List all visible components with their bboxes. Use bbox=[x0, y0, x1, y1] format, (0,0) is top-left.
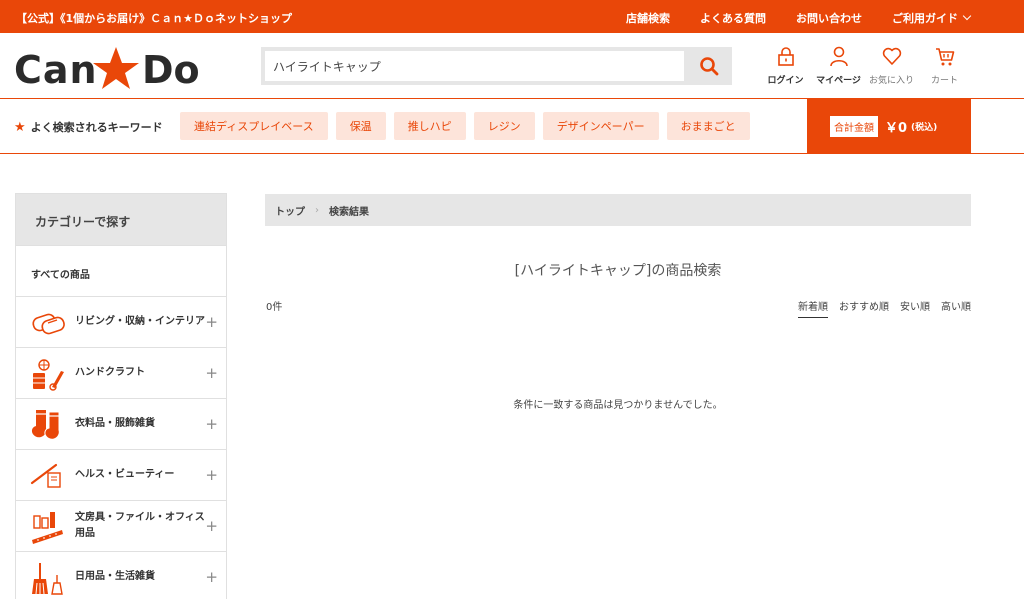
category-label: ハンドクラフト bbox=[75, 367, 145, 378]
cart-total[interactable]: 合計金額 ￥0 (税込) bbox=[807, 99, 971, 154]
category-label: リビング・収納・インテリア bbox=[75, 316, 205, 327]
store-search-link[interactable]: 店舗検索 bbox=[626, 10, 670, 26]
category-clothing[interactable]: 衣料品・服飾雑貨 + bbox=[16, 398, 226, 449]
interior-icon bbox=[32, 313, 65, 335]
expand-icon[interactable]: + bbox=[205, 466, 218, 484]
expand-icon[interactable]: + bbox=[205, 568, 218, 586]
breadcrumb-separator: › bbox=[315, 204, 319, 216]
search-icon bbox=[700, 57, 719, 76]
result-count: 0件 bbox=[266, 302, 283, 313]
expand-icon[interactable]: + bbox=[205, 415, 218, 433]
all-products-link[interactable]: すべての商品 bbox=[16, 245, 226, 296]
category-interior[interactable]: リビング・収納・インテリア + bbox=[16, 296, 226, 347]
header: Can Do ログイン マイページ bbox=[0, 33, 1024, 99]
handcraft-icon bbox=[33, 359, 64, 391]
sort-newest[interactable]: 新着順 bbox=[798, 298, 828, 318]
site-tagline[interactable]: 【公式】《1個からお届け》Ｃａｎ★Ｄｏネットショップ bbox=[16, 10, 292, 26]
category-label: 文房具・ファイル・オフィス用品 bbox=[75, 512, 205, 539]
category-daily-goods[interactable]: 日用品・生活雑貨 + bbox=[16, 551, 226, 599]
cart-button[interactable]: カート bbox=[918, 45, 971, 86]
socks-icon bbox=[31, 410, 60, 440]
cart-icon bbox=[935, 48, 954, 66]
search-button[interactable] bbox=[686, 47, 732, 85]
stationery-icon bbox=[32, 512, 63, 544]
sort-expensive[interactable]: 高い順 bbox=[941, 298, 971, 318]
sort-recommended[interactable]: おすすめ順 bbox=[839, 298, 889, 318]
category-handcraft[interactable]: ハンドクラフト + bbox=[16, 347, 226, 398]
logo-star bbox=[93, 47, 139, 89]
logo-do-text: Do bbox=[142, 48, 200, 91]
sort-cheapest[interactable]: 安い順 bbox=[900, 298, 930, 318]
tax-note: (税込) bbox=[911, 123, 938, 133]
header-icons: ログイン マイページ お気に入り カート bbox=[759, 45, 971, 86]
category-label: 衣料品・服飾雑貨 bbox=[75, 418, 155, 429]
expand-icon[interactable]: + bbox=[205, 517, 218, 535]
keyword-chip[interactable]: おままごと bbox=[666, 112, 750, 140]
category-label: 日用品・生活雑貨 bbox=[75, 571, 155, 582]
category-stationery[interactable]: 文房具・ファイル・オフィス用品 + bbox=[16, 500, 226, 551]
breadcrumb-top[interactable]: トップ bbox=[275, 203, 305, 218]
keyword-bar: ★ よく検索されるキーワード 連結ディスプレイベース 保温 推しハピ レジン デ… bbox=[0, 99, 1024, 154]
favorites-label: お気に入り bbox=[868, 76, 914, 86]
beauty-icon bbox=[30, 463, 61, 488]
contact-link[interactable]: お問い合わせ bbox=[796, 10, 862, 26]
heart-icon bbox=[882, 47, 901, 65]
star-icon: ★ bbox=[14, 119, 26, 135]
sort-options: 新着順 おすすめ順 安い順 高い順 bbox=[798, 298, 971, 318]
breadcrumb: トップ › 検索結果 bbox=[265, 194, 971, 226]
guide-label: ご利用ガイド bbox=[892, 12, 958, 25]
guide-link[interactable]: ご利用ガイド bbox=[892, 10, 972, 26]
chevron-down-icon bbox=[962, 11, 972, 21]
login-button[interactable]: ログイン bbox=[759, 45, 812, 86]
person-icon bbox=[829, 46, 848, 67]
expand-icon[interactable]: + bbox=[205, 313, 218, 331]
keyword-title: ★ よく検索されるキーワード bbox=[14, 119, 163, 135]
sidebar-title: カテゴリーで探す bbox=[16, 194, 226, 245]
total-amount: ￥0 bbox=[885, 121, 908, 136]
keyword-chip[interactable]: 連結ディスプレイベース bbox=[180, 112, 328, 140]
keyword-title-text: よく検索されるキーワード bbox=[30, 121, 163, 134]
category-sidebar: カテゴリーで探す すべての商品 リビング・収納・インテリア + ハンドクラフト … bbox=[15, 193, 227, 599]
login-label: ログイン bbox=[767, 76, 804, 86]
keyword-chip[interactable]: 保温 bbox=[335, 112, 386, 140]
empty-message: 条件に一致する商品は見つかりませんでした。 bbox=[513, 400, 723, 411]
keyword-chip[interactable]: デザインペーパー bbox=[542, 112, 659, 140]
keyword-chip[interactable]: レジン bbox=[473, 112, 535, 140]
cando-logo[interactable]: Can Do bbox=[14, 41, 204, 91]
faq-link[interactable]: よくある質問 bbox=[700, 10, 766, 26]
keyword-chip[interactable]: 推しハピ bbox=[393, 112, 466, 140]
page-title: [ハイライトキャップ]の商品検索 bbox=[514, 263, 722, 279]
breadcrumb-current: 検索結果 bbox=[329, 206, 369, 218]
top-bar: 【公式】《1個からお届け》Ｃａｎ★Ｄｏネットショップ 店舗検索 よくある質問 お… bbox=[0, 0, 1024, 33]
keyword-chips: 連結ディスプレイベース 保温 推しハピ レジン デザインペーパー おままごと bbox=[180, 112, 750, 140]
search-input[interactable] bbox=[265, 51, 684, 81]
search-box bbox=[261, 47, 732, 85]
category-health-beauty[interactable]: ヘルス・ビューティー + bbox=[16, 449, 226, 500]
lock-icon bbox=[777, 47, 794, 66]
mypage-label: マイページ bbox=[816, 76, 861, 86]
mypage-button[interactable]: マイページ bbox=[812, 45, 865, 86]
cart-label: カート bbox=[930, 76, 958, 86]
broom-icon bbox=[32, 563, 63, 595]
top-links: 店舗検索 よくある質問 お問い合わせ ご利用ガイド bbox=[626, 10, 972, 26]
category-label: ヘルス・ビューティー bbox=[75, 469, 175, 480]
favorites-button[interactable]: お気に入り bbox=[865, 45, 918, 86]
expand-icon[interactable]: + bbox=[205, 364, 218, 382]
logo-can-text: Can bbox=[14, 48, 98, 91]
total-label: 合計金額 bbox=[830, 116, 878, 137]
